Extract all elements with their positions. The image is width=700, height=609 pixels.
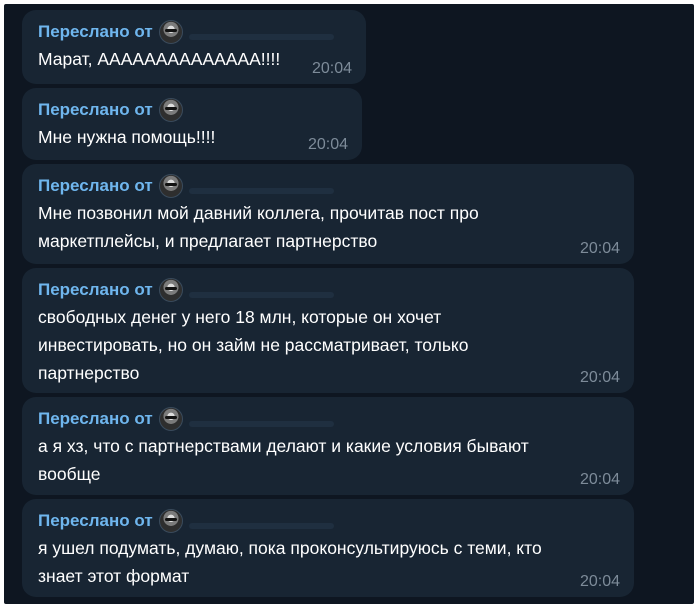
message-line: а я хз, что с партнерствами делают и как… <box>38 436 529 456</box>
message-line: партнерство <box>38 363 140 383</box>
message-line: Мне нужна помощь!!!! <box>38 127 216 147</box>
chat-window: Переслано от Марат, АААААААААААААА!!!! 2… <box>4 4 694 604</box>
message-bubble[interactable]: Переслано от Марат, АААААААААААААА!!!! 2… <box>22 10 366 84</box>
message-line: свободных денег у него 18 млн, которые о… <box>38 307 442 327</box>
message-line: инвестировать, но он займ не рассматрива… <box>38 335 469 355</box>
redacted-sender-name <box>188 292 334 298</box>
message-line: Марат, АААААААААААААА!!!! <box>38 49 281 69</box>
message-time: 20:04 <box>579 573 620 590</box>
message-time: 20:04 <box>311 60 352 77</box>
avatar-icon[interactable] <box>158 278 183 302</box>
redacted-sender-name <box>188 523 334 529</box>
avatar-icon[interactable] <box>158 509 183 533</box>
forwarded-from-label: Переслано от <box>38 22 153 41</box>
message-bubble[interactable]: Переслано от свободных денег у него 18 м… <box>22 268 634 393</box>
message-time: 20:04 <box>307 136 348 153</box>
message-bubble[interactable]: Переслано от Мне нужна помощь!!!! 20:04 <box>22 88 362 160</box>
avatar-icon[interactable] <box>158 98 183 122</box>
message-time: 20:04 <box>579 471 620 488</box>
forwarded-from-label: Переслано от <box>38 280 153 299</box>
forward-header[interactable]: Переслано от <box>38 278 622 302</box>
forward-header[interactable]: Переслано от <box>38 98 350 122</box>
redacted-sender-name <box>188 188 334 194</box>
forwarded-from-label: Переслано от <box>38 409 153 428</box>
forward-header[interactable]: Переслано от <box>38 509 622 533</box>
message-time: 20:04 <box>579 240 620 257</box>
forward-header[interactable]: Переслано от <box>38 174 622 198</box>
redacted-sender-name <box>188 34 334 40</box>
message-bubble[interactable]: Переслано от а я хз, что с партнерствами… <box>22 397 634 495</box>
message-time: 20:04 <box>579 369 620 386</box>
avatar-icon[interactable] <box>158 20 183 44</box>
forward-header[interactable]: Переслано от <box>38 407 622 431</box>
message-line: вообще <box>38 464 101 484</box>
message-bubble[interactable]: Переслано от я ушел подумать, думаю, пок… <box>22 499 634 597</box>
avatar-icon[interactable] <box>158 407 183 431</box>
forward-header[interactable]: Переслано от <box>38 20 354 44</box>
redacted-sender-name <box>188 421 334 427</box>
message-bubble[interactable]: Переслано от Мне позвонил мой давний кол… <box>22 164 634 264</box>
message-line: я ушел подумать, думаю, пока проконсульт… <box>38 538 542 558</box>
forwarded-from-label: Переслано от <box>38 100 153 119</box>
forwarded-from-label: Переслано от <box>38 176 153 195</box>
avatar-icon[interactable] <box>158 174 183 198</box>
message-line: Мне позвонил мой давний коллега, прочита… <box>38 203 479 223</box>
forwarded-from-label: Переслано от <box>38 511 153 530</box>
message-line: маркетплейсы, и предлагает партнерство <box>38 231 378 251</box>
message-line: знает этот формат <box>38 566 190 586</box>
